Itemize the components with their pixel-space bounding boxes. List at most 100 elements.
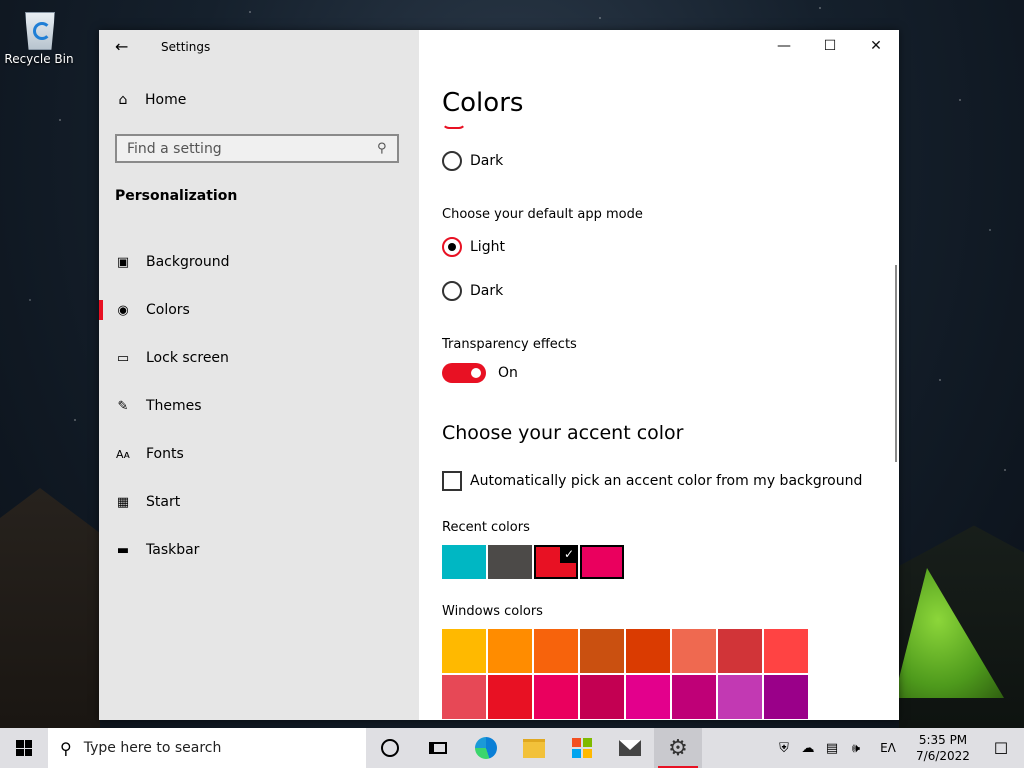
minimize-button[interactable]: — bbox=[761, 30, 807, 62]
recent-color-swatch[interactable] bbox=[488, 545, 532, 579]
recent-colors-heading: Recent colors bbox=[442, 520, 530, 535]
start-icon: ▦ bbox=[116, 494, 130, 510]
system-tray: ⛨ ☁ ▤ 🕪 EΛ 5:35 PM 7/6/2022 ☐ bbox=[772, 728, 1024, 768]
back-arrow-icon[interactable]: ← bbox=[115, 37, 128, 56]
sidebar-item-fonts[interactable]: Aᴀ Fonts bbox=[99, 430, 419, 478]
cortana-button[interactable] bbox=[366, 728, 414, 768]
sidebar-item-label: Lock screen bbox=[146, 350, 229, 366]
clock[interactable]: 5:35 PM 7/6/2022 bbox=[908, 732, 978, 764]
input-language-indicator[interactable]: EΛ bbox=[868, 741, 908, 755]
recent-color-swatch[interactable] bbox=[442, 545, 486, 579]
windows-color-swatch[interactable] bbox=[442, 675, 486, 719]
windows-color-swatch[interactable] bbox=[672, 675, 716, 719]
edge-button[interactable] bbox=[462, 728, 510, 768]
transparency-toggle-row[interactable]: On bbox=[442, 363, 518, 383]
page-title: Colors bbox=[442, 88, 524, 118]
transparency-state: On bbox=[498, 365, 518, 381]
recycle-bin-shortcut[interactable]: Recycle Bin bbox=[4, 6, 74, 66]
windows-color-swatch[interactable] bbox=[580, 675, 624, 719]
sidebar-item-themes[interactable]: ✎ Themes bbox=[99, 382, 419, 430]
checkmark-icon: ✓ bbox=[560, 545, 578, 563]
windows-color-swatch[interactable] bbox=[718, 629, 762, 673]
windows-mode-dark-radio[interactable] bbox=[442, 151, 462, 171]
windows-colors-heading: Windows colors bbox=[442, 604, 543, 619]
windows-color-swatch[interactable] bbox=[764, 629, 808, 673]
auto-accent-checkbox[interactable] bbox=[442, 471, 462, 491]
window-controls: — ☐ ✕ bbox=[761, 30, 899, 62]
gear-icon: ⚙ bbox=[668, 735, 688, 761]
close-button[interactable]: ✕ bbox=[853, 30, 899, 62]
sidebar-item-label: Colors bbox=[146, 302, 190, 318]
title-bar: ← Settings bbox=[99, 30, 419, 62]
windows-mode-dark-option[interactable]: Dark bbox=[442, 151, 503, 171]
auto-accent-label: Automatically pick an accent color from … bbox=[470, 473, 863, 489]
fonts-icon: Aᴀ bbox=[115, 447, 131, 461]
taskbar-icon: ▬ bbox=[116, 542, 130, 558]
taskbar: ⚲ Type here to search ⚙ ⛨ ☁ ▤ 🕪 EΛ 5:35 … bbox=[0, 728, 1024, 768]
taskbar-search-box[interactable]: ⚲ Type here to search bbox=[48, 728, 366, 768]
windows-color-swatch[interactable] bbox=[764, 675, 808, 719]
sidebar-item-lock-screen[interactable]: ▭ Lock screen bbox=[99, 334, 419, 382]
main-content: — ☐ ✕ Colors Dark Choose your default ap… bbox=[419, 30, 899, 720]
mail-button[interactable] bbox=[606, 728, 654, 768]
settings-taskbar-button[interactable]: ⚙ bbox=[654, 728, 702, 768]
app-mode-dark-radio[interactable] bbox=[442, 281, 462, 301]
windows-color-swatch[interactable] bbox=[626, 629, 670, 673]
notification-center-icon[interactable]: ☐ bbox=[978, 728, 1024, 768]
windows-colors-grid bbox=[442, 629, 808, 719]
sidebar-item-label: Taskbar bbox=[146, 542, 200, 558]
recent-color-swatch[interactable] bbox=[580, 545, 624, 579]
windows-color-swatch[interactable] bbox=[626, 675, 670, 719]
start-button[interactable] bbox=[0, 728, 48, 768]
cortana-icon bbox=[381, 739, 399, 757]
home-label: Home bbox=[145, 92, 187, 108]
windows-color-swatch[interactable] bbox=[442, 629, 486, 673]
store-button[interactable] bbox=[558, 728, 606, 768]
app-mode-heading: Choose your default app mode bbox=[442, 207, 643, 222]
task-view-button[interactable] bbox=[414, 728, 462, 768]
scrollbar[interactable] bbox=[895, 265, 897, 462]
windows-color-swatch[interactable] bbox=[534, 675, 578, 719]
auto-accent-option[interactable]: Automatically pick an accent color from … bbox=[442, 471, 862, 491]
app-title: Settings bbox=[161, 40, 211, 54]
find-setting-search[interactable]: Find a setting ⚲ bbox=[115, 134, 399, 163]
network-icon[interactable]: ▤ bbox=[820, 728, 844, 768]
mail-icon bbox=[619, 740, 641, 756]
taskbar-search-input[interactable]: Type here to search bbox=[84, 740, 222, 756]
accent-heading: Choose your accent color bbox=[442, 422, 684, 444]
app-mode-light-option[interactable]: Light bbox=[442, 237, 505, 257]
sidebar-item-label: Fonts bbox=[146, 446, 184, 462]
windows-logo-icon bbox=[16, 740, 32, 756]
windows-mode-light-radio-partial[interactable] bbox=[442, 122, 466, 129]
windows-color-swatch[interactable] bbox=[672, 629, 716, 673]
recent-colors: ✓ bbox=[442, 545, 624, 579]
windows-color-swatch[interactable] bbox=[488, 629, 532, 673]
file-explorer-button[interactable] bbox=[510, 728, 558, 768]
task-view-icon bbox=[429, 742, 447, 754]
volume-icon[interactable]: 🕪 bbox=[844, 728, 868, 768]
sidebar-item-start[interactable]: ▦ Start bbox=[99, 478, 419, 526]
app-mode-light-radio[interactable] bbox=[442, 237, 462, 257]
sidebar-item-background[interactable]: ▣ Background bbox=[99, 238, 419, 286]
windows-color-swatch[interactable] bbox=[718, 675, 762, 719]
lock-screen-icon: ▭ bbox=[116, 350, 130, 366]
transparency-toggle[interactable] bbox=[442, 363, 486, 383]
recycle-bin-icon bbox=[19, 6, 59, 50]
windows-color-swatch[interactable] bbox=[488, 675, 532, 719]
sidebar-item-taskbar[interactable]: ▬ Taskbar bbox=[99, 526, 419, 574]
recycle-bin-label: Recycle Bin bbox=[4, 52, 74, 66]
maximize-button[interactable]: ☐ bbox=[807, 30, 853, 62]
onedrive-cloud-icon[interactable]: ☁ bbox=[796, 728, 820, 768]
sidebar-item-label: Background bbox=[146, 254, 230, 270]
recent-color-swatch[interactable]: ✓ bbox=[534, 545, 578, 579]
search-input[interactable]: Find a setting bbox=[117, 141, 377, 157]
sidebar-item-colors[interactable]: ◉ Colors bbox=[99, 286, 419, 334]
defender-shield-icon[interactable]: ⛨ bbox=[772, 728, 796, 768]
image-icon: ▣ bbox=[116, 254, 130, 270]
home-nav-item[interactable]: ⌂ Home bbox=[115, 92, 187, 108]
sidebar-item-label: Start bbox=[146, 494, 181, 510]
palette-icon: ◉ bbox=[117, 302, 129, 318]
windows-color-swatch[interactable] bbox=[534, 629, 578, 673]
windows-color-swatch[interactable] bbox=[580, 629, 624, 673]
app-mode-dark-option[interactable]: Dark bbox=[442, 281, 503, 301]
